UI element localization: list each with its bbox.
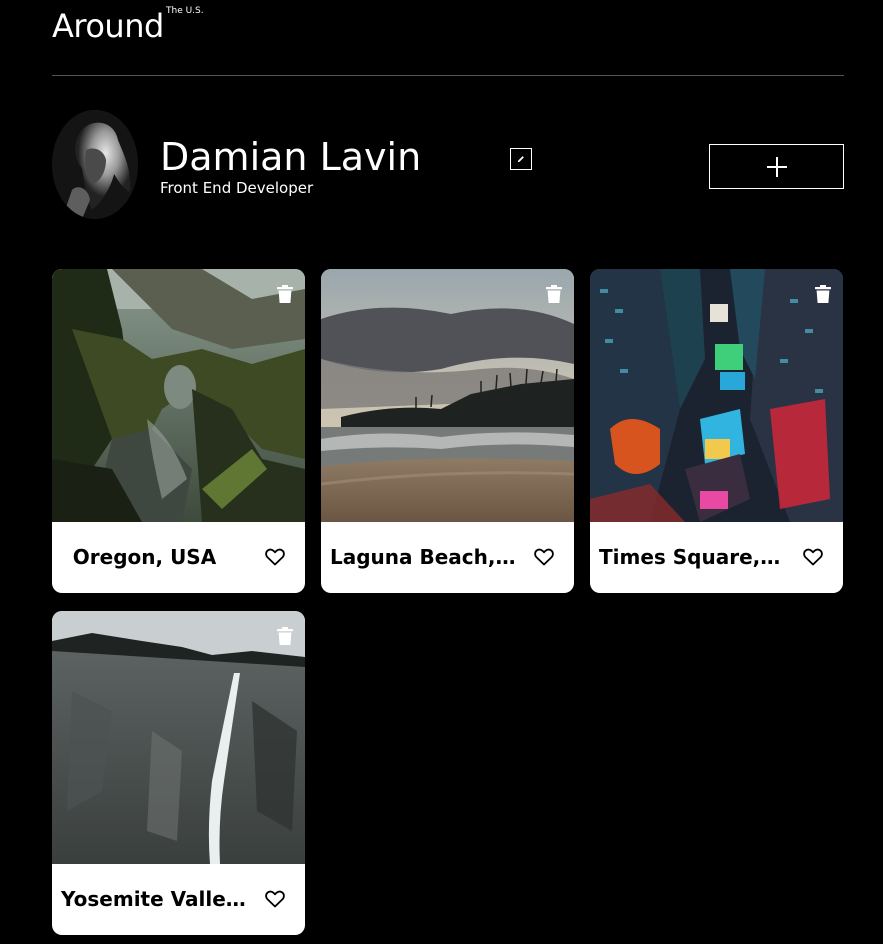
like-button[interactable] bbox=[265, 548, 285, 566]
card-image[interactable] bbox=[590, 269, 843, 522]
card-image[interactable] bbox=[321, 269, 574, 522]
logo: Around bbox=[52, 7, 164, 45]
card-footer: Laguna Beach, ... bbox=[321, 522, 574, 593]
page-header: Around The U.S. bbox=[52, 0, 844, 76]
place-card: Oregon, USA bbox=[52, 269, 305, 593]
card-image[interactable] bbox=[52, 269, 305, 522]
logo-superscript: The U.S. bbox=[166, 6, 204, 16]
add-card-button[interactable] bbox=[709, 144, 844, 189]
heart-outline-icon bbox=[803, 548, 823, 566]
card-image[interactable] bbox=[52, 611, 305, 864]
place-card: Times Square, ... bbox=[590, 269, 843, 593]
delete-button[interactable] bbox=[277, 285, 293, 303]
card-footer: Times Square, ... bbox=[590, 522, 843, 593]
like-button[interactable] bbox=[265, 890, 285, 908]
avatar[interactable] bbox=[52, 110, 138, 219]
card-title: Oregon, USA bbox=[72, 545, 217, 569]
edit-profile-button[interactable] bbox=[510, 148, 532, 170]
card-footer: Oregon, USA bbox=[52, 522, 305, 593]
heart-outline-icon bbox=[265, 548, 285, 566]
card-title: Laguna Beach, ... bbox=[330, 545, 518, 569]
place-card: Laguna Beach, ... bbox=[321, 269, 574, 593]
delete-button[interactable] bbox=[277, 627, 293, 645]
card-title: Times Square, ... bbox=[599, 545, 787, 569]
profile-job: Front End Developer bbox=[160, 179, 314, 197]
trash-icon bbox=[277, 627, 293, 645]
like-button[interactable] bbox=[534, 548, 554, 566]
delete-button[interactable] bbox=[815, 285, 831, 303]
place-card: Yosemite Valley... bbox=[52, 611, 305, 935]
delete-button[interactable] bbox=[546, 285, 562, 303]
heart-outline-icon bbox=[534, 548, 554, 566]
plus-icon bbox=[766, 156, 787, 177]
trash-icon bbox=[815, 285, 831, 303]
like-button[interactable] bbox=[803, 548, 823, 566]
card-footer: Yosemite Valley... bbox=[52, 864, 305, 935]
pencil-icon bbox=[517, 156, 524, 163]
card-title: Yosemite Valley... bbox=[61, 887, 249, 911]
trash-icon bbox=[546, 285, 562, 303]
heart-outline-icon bbox=[265, 890, 285, 908]
profile-name: Damian Lavin bbox=[160, 135, 422, 179]
page: Around The U.S. Damian Lavin Front End D… bbox=[0, 0, 883, 944]
trash-icon bbox=[277, 285, 293, 303]
